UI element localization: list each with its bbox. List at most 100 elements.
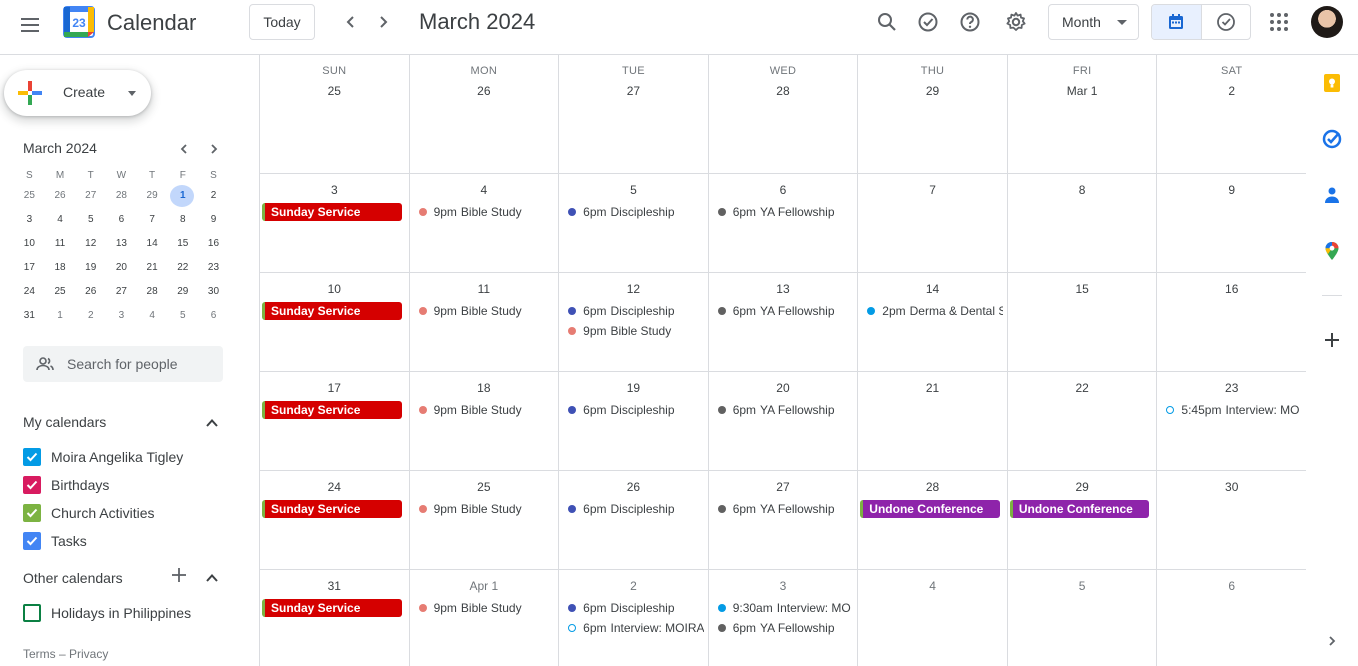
search-people-input[interactable]: Search for people	[23, 346, 223, 382]
mini-day-today[interactable]: 1	[167, 184, 198, 208]
mini-day[interactable]: 8	[167, 208, 198, 232]
day-cell[interactable]: 16	[1157, 273, 1307, 371]
google-apps-icon[interactable]	[1270, 13, 1288, 31]
day-cell[interactable]: 24 Sunday Service	[260, 471, 410, 569]
mini-day[interactable]: 1	[45, 304, 76, 328]
day-cell[interactable]: 21	[858, 372, 1008, 470]
create-button[interactable]: Create	[4, 70, 151, 116]
checkbox-checked-icon[interactable]	[23, 476, 41, 494]
event-item[interactable]: 9pm Bible Study	[418, 599, 555, 617]
event-item[interactable]: 6pm YA Fellowship	[717, 302, 854, 320]
date-number[interactable]: 25	[260, 84, 409, 98]
checkbox-checked-icon[interactable]	[23, 448, 41, 466]
mini-day[interactable]: 20	[106, 256, 137, 280]
mini-day[interactable]: 19	[75, 256, 106, 280]
mini-day[interactable]: 4	[45, 208, 76, 232]
day-cell[interactable]: 26 6pm Discipleship	[559, 471, 709, 569]
mini-next-month-button[interactable]	[204, 139, 224, 159]
day-cell[interactable]: 5	[1008, 570, 1158, 666]
show-side-panel-button[interactable]	[1322, 631, 1342, 651]
account-avatar[interactable]	[1311, 6, 1343, 38]
date-number[interactable]: 22	[1008, 381, 1157, 395]
event-item[interactable]: 6pm Discipleship	[568, 500, 704, 518]
event-item[interactable]: 6pm Discipleship	[568, 599, 704, 617]
event-item[interactable]: 6pm YA Fellowship	[717, 401, 854, 419]
date-number[interactable]: 29	[858, 84, 1007, 98]
search-button[interactable]	[873, 8, 901, 36]
date-number[interactable]: 3	[709, 579, 858, 593]
day-cell[interactable]: 23 5:45pm Interview: MO	[1157, 372, 1307, 470]
day-cell[interactable]: 10 Sunday Service	[260, 273, 410, 371]
mini-day[interactable]: 11	[45, 232, 76, 256]
mini-day[interactable]: 26	[45, 184, 76, 208]
mini-day[interactable]: 29	[167, 280, 198, 304]
day-cell[interactable]: 22	[1008, 372, 1158, 470]
mini-day[interactable]: 18	[45, 256, 76, 280]
mini-day[interactable]: 28	[137, 280, 168, 304]
date-number[interactable]: 23	[1157, 381, 1306, 395]
event-item[interactable]: 5:45pm Interview: MO	[1166, 401, 1302, 419]
mini-day[interactable]: 27	[106, 280, 137, 304]
mini-day[interactable]: 5	[75, 208, 106, 232]
date-number[interactable]: 30	[1157, 480, 1306, 494]
day-cell[interactable]: SUN 25	[260, 55, 410, 173]
day-cell[interactable]: TUE 27	[559, 55, 709, 173]
day-cell[interactable]: MON 26	[410, 55, 560, 173]
day-cell[interactable]: 6	[1157, 570, 1307, 666]
date-number[interactable]: 31	[260, 579, 409, 593]
day-cell[interactable]: 9	[1157, 174, 1307, 272]
event-item[interactable]: 6pm YA Fellowship	[717, 500, 854, 518]
event-item[interactable]: 9:30am Interview: MO	[717, 599, 854, 617]
checkbox-checked-icon[interactable]	[23, 532, 41, 550]
checkbox-empty-icon[interactable]	[23, 604, 41, 622]
help-button[interactable]	[956, 8, 984, 36]
event-item[interactable]: 6pm YA Fellowship	[717, 203, 854, 221]
checkbox-checked-icon[interactable]	[23, 504, 41, 522]
day-cell[interactable]: 19 6pm Discipleship	[559, 372, 709, 470]
date-number[interactable]: 6	[709, 183, 858, 197]
date-number[interactable]: 24	[260, 480, 409, 494]
mini-day[interactable]: 28	[106, 184, 137, 208]
prev-month-button[interactable]	[337, 8, 365, 36]
mini-day[interactable]: 31	[14, 304, 45, 328]
other-calendars-collapse-button[interactable]	[204, 570, 220, 586]
mini-day[interactable]: 12	[75, 232, 106, 256]
mini-day[interactable]: 14	[137, 232, 168, 256]
mini-day[interactable]: 2	[198, 184, 229, 208]
event-item[interactable]: 9pm Bible Study	[568, 322, 704, 340]
day-cell[interactable]: 3 9:30am Interview: MO 6pm YA Fellowship	[709, 570, 859, 666]
mini-day[interactable]: 5	[167, 304, 198, 328]
day-cell[interactable]: 3 Sunday Service	[260, 174, 410, 272]
date-number[interactable]: 5	[559, 183, 708, 197]
date-number[interactable]: 9	[1157, 183, 1306, 197]
calendar-view-toggle[interactable]	[1152, 5, 1201, 39]
event-chip[interactable]: Sunday Service	[262, 599, 402, 617]
day-cell[interactable]: 2 6pm Discipleship 6pm Interview: MOIRA	[559, 570, 709, 666]
day-cell[interactable]: 28 Undone Conference	[858, 471, 1008, 569]
event-item[interactable]: 6pm Discipleship	[568, 302, 704, 320]
day-cell[interactable]: 6 6pm YA Fellowship	[709, 174, 859, 272]
event-item[interactable]: 6pm Discipleship	[568, 401, 704, 419]
add-calendar-icon[interactable]	[171, 567, 187, 583]
my-calendars-collapse-button[interactable]	[204, 415, 220, 431]
mini-day[interactable]: 3	[106, 304, 137, 328]
mini-day[interactable]: 26	[75, 280, 106, 304]
date-number[interactable]: 28	[858, 480, 1007, 494]
day-cell[interactable]: 17 Sunday Service	[260, 372, 410, 470]
mini-day[interactable]: 3	[14, 208, 45, 232]
day-cell[interactable]: 18 9pm Bible Study	[410, 372, 560, 470]
date-number[interactable]: 14	[858, 282, 1007, 296]
date-number[interactable]: 4	[410, 183, 559, 197]
day-cell[interactable]: 12 6pm Discipleship 9pm Bible Study	[559, 273, 709, 371]
date-number[interactable]: 13	[709, 282, 858, 296]
privacy-link[interactable]: Privacy	[69, 647, 108, 661]
date-number[interactable]: 27	[709, 480, 858, 494]
mini-day[interactable]: 4	[137, 304, 168, 328]
day-cell[interactable]: 25 9pm Bible Study	[410, 471, 560, 569]
mini-day[interactable]: 9	[198, 208, 229, 232]
tasks-status-button[interactable]	[914, 8, 942, 36]
tasks-view-toggle[interactable]	[1200, 5, 1250, 39]
event-item[interactable]: 6pm Discipleship	[568, 203, 704, 221]
date-number[interactable]: 12	[559, 282, 708, 296]
date-number[interactable]: Apr 1	[410, 579, 559, 593]
